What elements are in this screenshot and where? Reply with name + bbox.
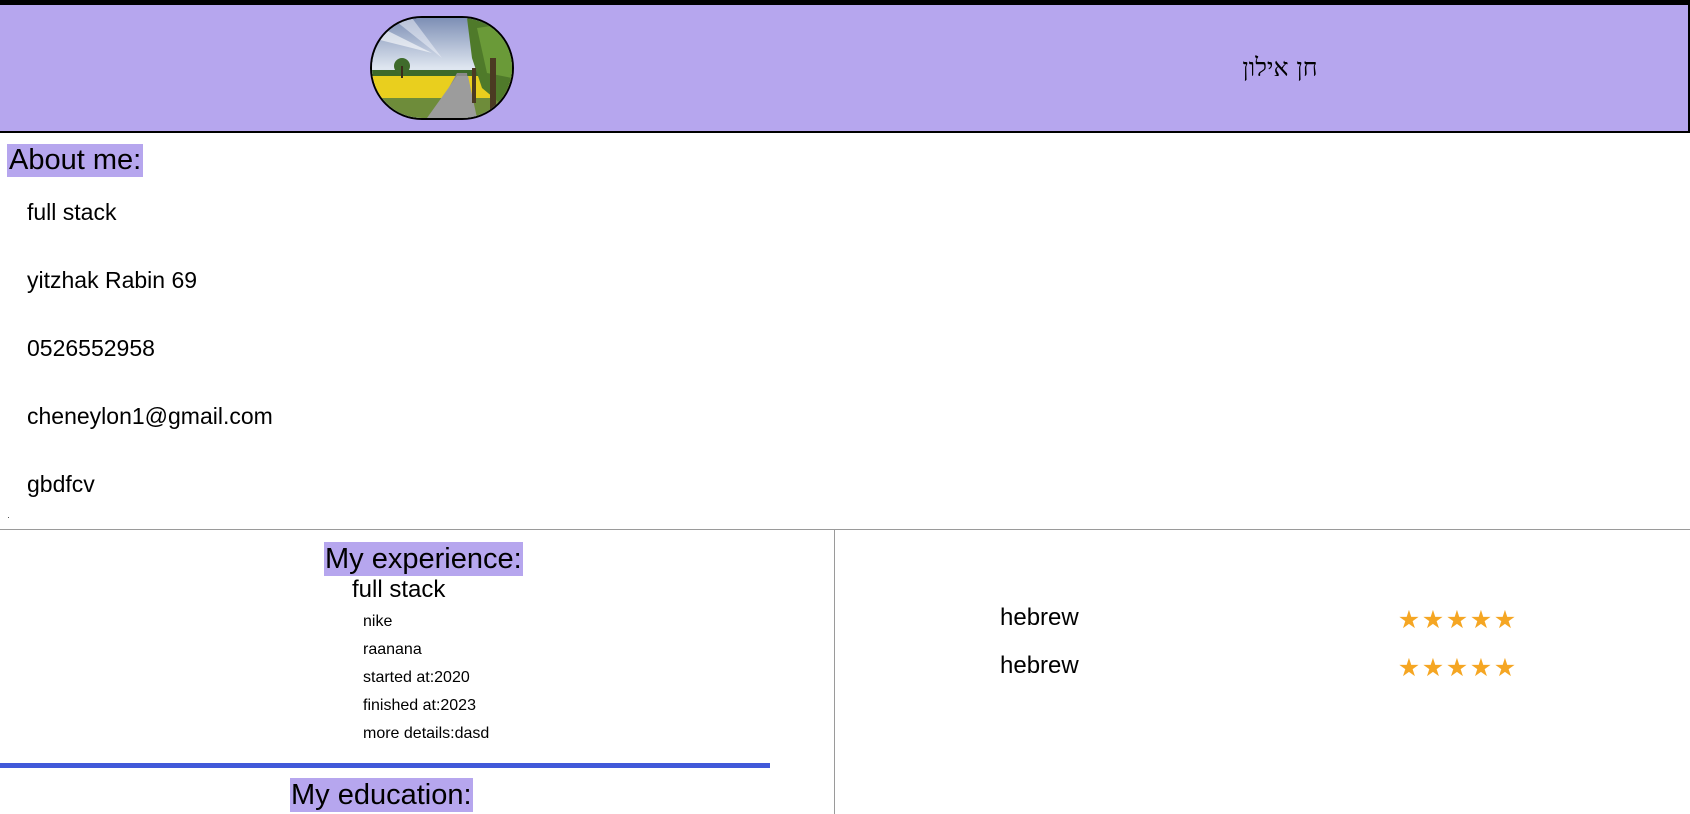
star-icon: ★	[1445, 654, 1469, 682]
experience-separator	[0, 763, 770, 768]
language-rating: ★★★★★	[1397, 606, 1517, 634]
experience-started: started at:2020	[363, 669, 470, 686]
star-icon: ★	[1397, 606, 1421, 634]
star-icon: ★	[1469, 606, 1493, 634]
language-name: hebrew	[1000, 604, 1079, 631]
language-rating: ★★★★★	[1397, 654, 1517, 682]
experience-title: My experience:	[324, 542, 523, 576]
header-banner: חן אילון	[0, 5, 1690, 133]
section-divider	[0, 529, 1690, 530]
about-phone: 0526552958	[27, 335, 155, 361]
landscape-photo-icon	[372, 18, 512, 118]
experience-finished: finished at:2023	[363, 697, 476, 714]
star-icon: ★	[1493, 606, 1517, 634]
star-icon: ★	[1397, 654, 1421, 682]
stray-dot	[8, 517, 9, 518]
star-icon: ★	[1493, 654, 1517, 682]
education-title: My education:	[290, 778, 473, 812]
about-title: About me:	[7, 144, 144, 177]
experience-details: more details:dasd	[363, 725, 490, 742]
star-icon: ★	[1421, 654, 1445, 682]
experience-company: nike	[363, 613, 393, 630]
about-address: yitzhak Rabin 69	[27, 267, 198, 293]
experience-city: raanana	[363, 641, 422, 658]
about-email: cheneylon1@gmail.com	[27, 403, 273, 429]
about-role: full stack	[27, 199, 117, 225]
about-extra: gbdfcv	[27, 471, 95, 497]
header-name: חן אילון	[1242, 53, 1318, 82]
star-icon: ★	[1469, 654, 1493, 682]
language-name: hebrew	[1000, 652, 1079, 679]
star-icon: ★	[1421, 606, 1445, 634]
column-divider	[834, 530, 835, 814]
experience-role: full stack	[352, 576, 446, 603]
star-icon: ★	[1445, 606, 1469, 634]
avatar	[370, 16, 514, 120]
